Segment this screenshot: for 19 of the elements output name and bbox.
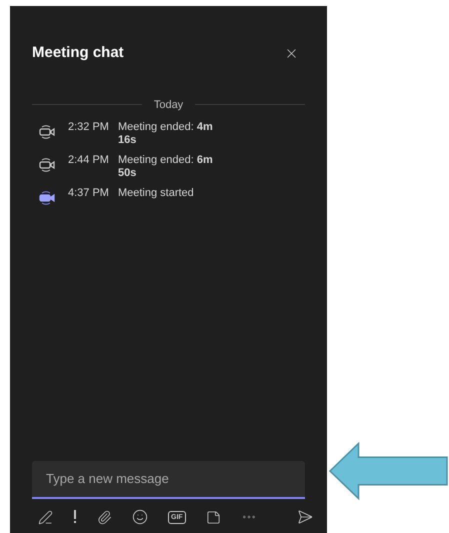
video-camera-icon [38,190,56,206]
event-time: 4:37 PM [68,187,109,200]
event-time: 2:44 PM [68,154,109,168]
send-icon[interactable] [296,509,313,525]
emoji-icon[interactable] [132,509,148,525]
panel-title: Meeting chat [32,43,124,63]
event-text: Meeting started [118,187,195,200]
message-text[interactable]: Type a new message [46,469,305,489]
event-time: 2:32 PM [68,121,109,135]
attach-icon[interactable] [97,510,112,524]
video-camera-icon [38,157,56,173]
important-icon[interactable] [73,510,77,524]
message-input[interactable]: Type a new message [32,461,305,499]
date-divider-label: Today [154,98,184,112]
format-icon[interactable] [38,510,53,524]
event-text: Meeting ended: 6m 50s [118,154,214,180]
event-text: Meeting ended: 4m 16s [118,121,214,147]
sticker-icon[interactable] [206,510,221,524]
video-camera-icon [38,124,56,140]
